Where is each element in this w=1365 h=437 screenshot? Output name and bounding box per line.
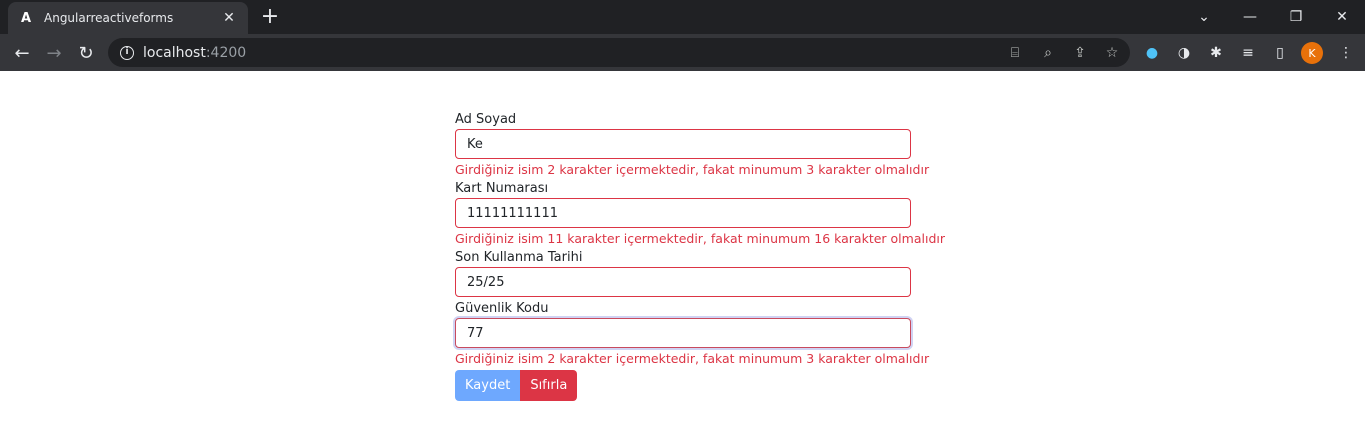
forward-icon[interactable]: →	[41, 40, 67, 66]
form-actions: Kaydet Sıfırla	[455, 370, 911, 401]
name-label: Ad Soyad	[455, 112, 517, 127]
back-icon[interactable]: ←	[9, 40, 35, 66]
reading-list-icon[interactable]: ≡	[1237, 42, 1259, 64]
share-icon[interactable]: ⇪	[1070, 43, 1090, 63]
profile-avatar[interactable]: K	[1301, 42, 1323, 64]
extensions-puzzle-icon[interactable]: ✱	[1205, 42, 1227, 64]
extension-globe-icon[interactable]: ●	[1141, 42, 1163, 64]
browser-tab[interactable]: A Angularreactiveforms ✕	[8, 2, 248, 34]
restore-icon[interactable]: ❐	[1273, 0, 1319, 34]
address-bar[interactable]: i localhost:4200 ⌸ ⌕ ⇪ ☆	[108, 38, 1130, 67]
url-port: :4200	[205, 44, 247, 61]
tab-title: Angularreactiveforms	[44, 11, 174, 25]
cvc-label: Güvenlik Kodu	[455, 301, 549, 316]
zoom-icon[interactable]: ⌕	[1038, 43, 1058, 63]
reset-button[interactable]: Sıfırla	[520, 370, 578, 401]
expiry-input[interactable]	[455, 267, 911, 297]
name-input[interactable]	[455, 129, 911, 159]
card-number-input[interactable]	[455, 198, 911, 228]
translate-icon[interactable]: ⌸	[1005, 43, 1025, 63]
extension-circle-icon[interactable]: ◑	[1173, 42, 1195, 64]
site-info-icon[interactable]: i	[120, 45, 134, 60]
reload-icon[interactable]: ↻	[73, 40, 99, 66]
cvc-error: Girdiğiniz isim 2 karakter içermektedir,…	[455, 351, 930, 366]
card-number-label: Kart Numarası	[455, 181, 549, 196]
payment-form: Ad Soyad Girdiğiniz isim 2 karakter içer…	[455, 110, 945, 401]
cvc-input[interactable]	[455, 318, 911, 348]
angular-icon: A	[20, 10, 32, 26]
save-button[interactable]: Kaydet	[455, 370, 521, 401]
side-panel-icon[interactable]: ▯	[1269, 42, 1291, 64]
new-tab-icon[interactable]: +	[258, 6, 282, 30]
close-window-icon[interactable]: ✕	[1319, 0, 1365, 34]
expiry-label: Son Kullanma Tarihi	[455, 250, 583, 265]
tab-strip: A Angularreactiveforms ✕ + ⌄ — ❐ ✕	[0, 0, 1365, 34]
bookmark-star-icon[interactable]: ☆	[1102, 43, 1122, 63]
menu-kebab-icon[interactable]: ⋮	[1335, 42, 1357, 64]
name-error: Girdiğiniz isim 2 karakter içermektedir,…	[455, 162, 930, 177]
browser-toolbar: ← → ↻ i localhost:4200 ⌸ ⌕ ⇪ ☆ ● ◑ ✱ ≡ ▯…	[0, 34, 1365, 71]
card-number-error: Girdiğiniz isim 11 karakter içermektedir…	[455, 231, 945, 246]
minimize-icon[interactable]: —	[1227, 0, 1273, 34]
url-host: localhost	[143, 44, 206, 61]
close-tab-icon[interactable]: ✕	[220, 10, 238, 26]
tab-search-icon[interactable]: ⌄	[1181, 0, 1227, 34]
